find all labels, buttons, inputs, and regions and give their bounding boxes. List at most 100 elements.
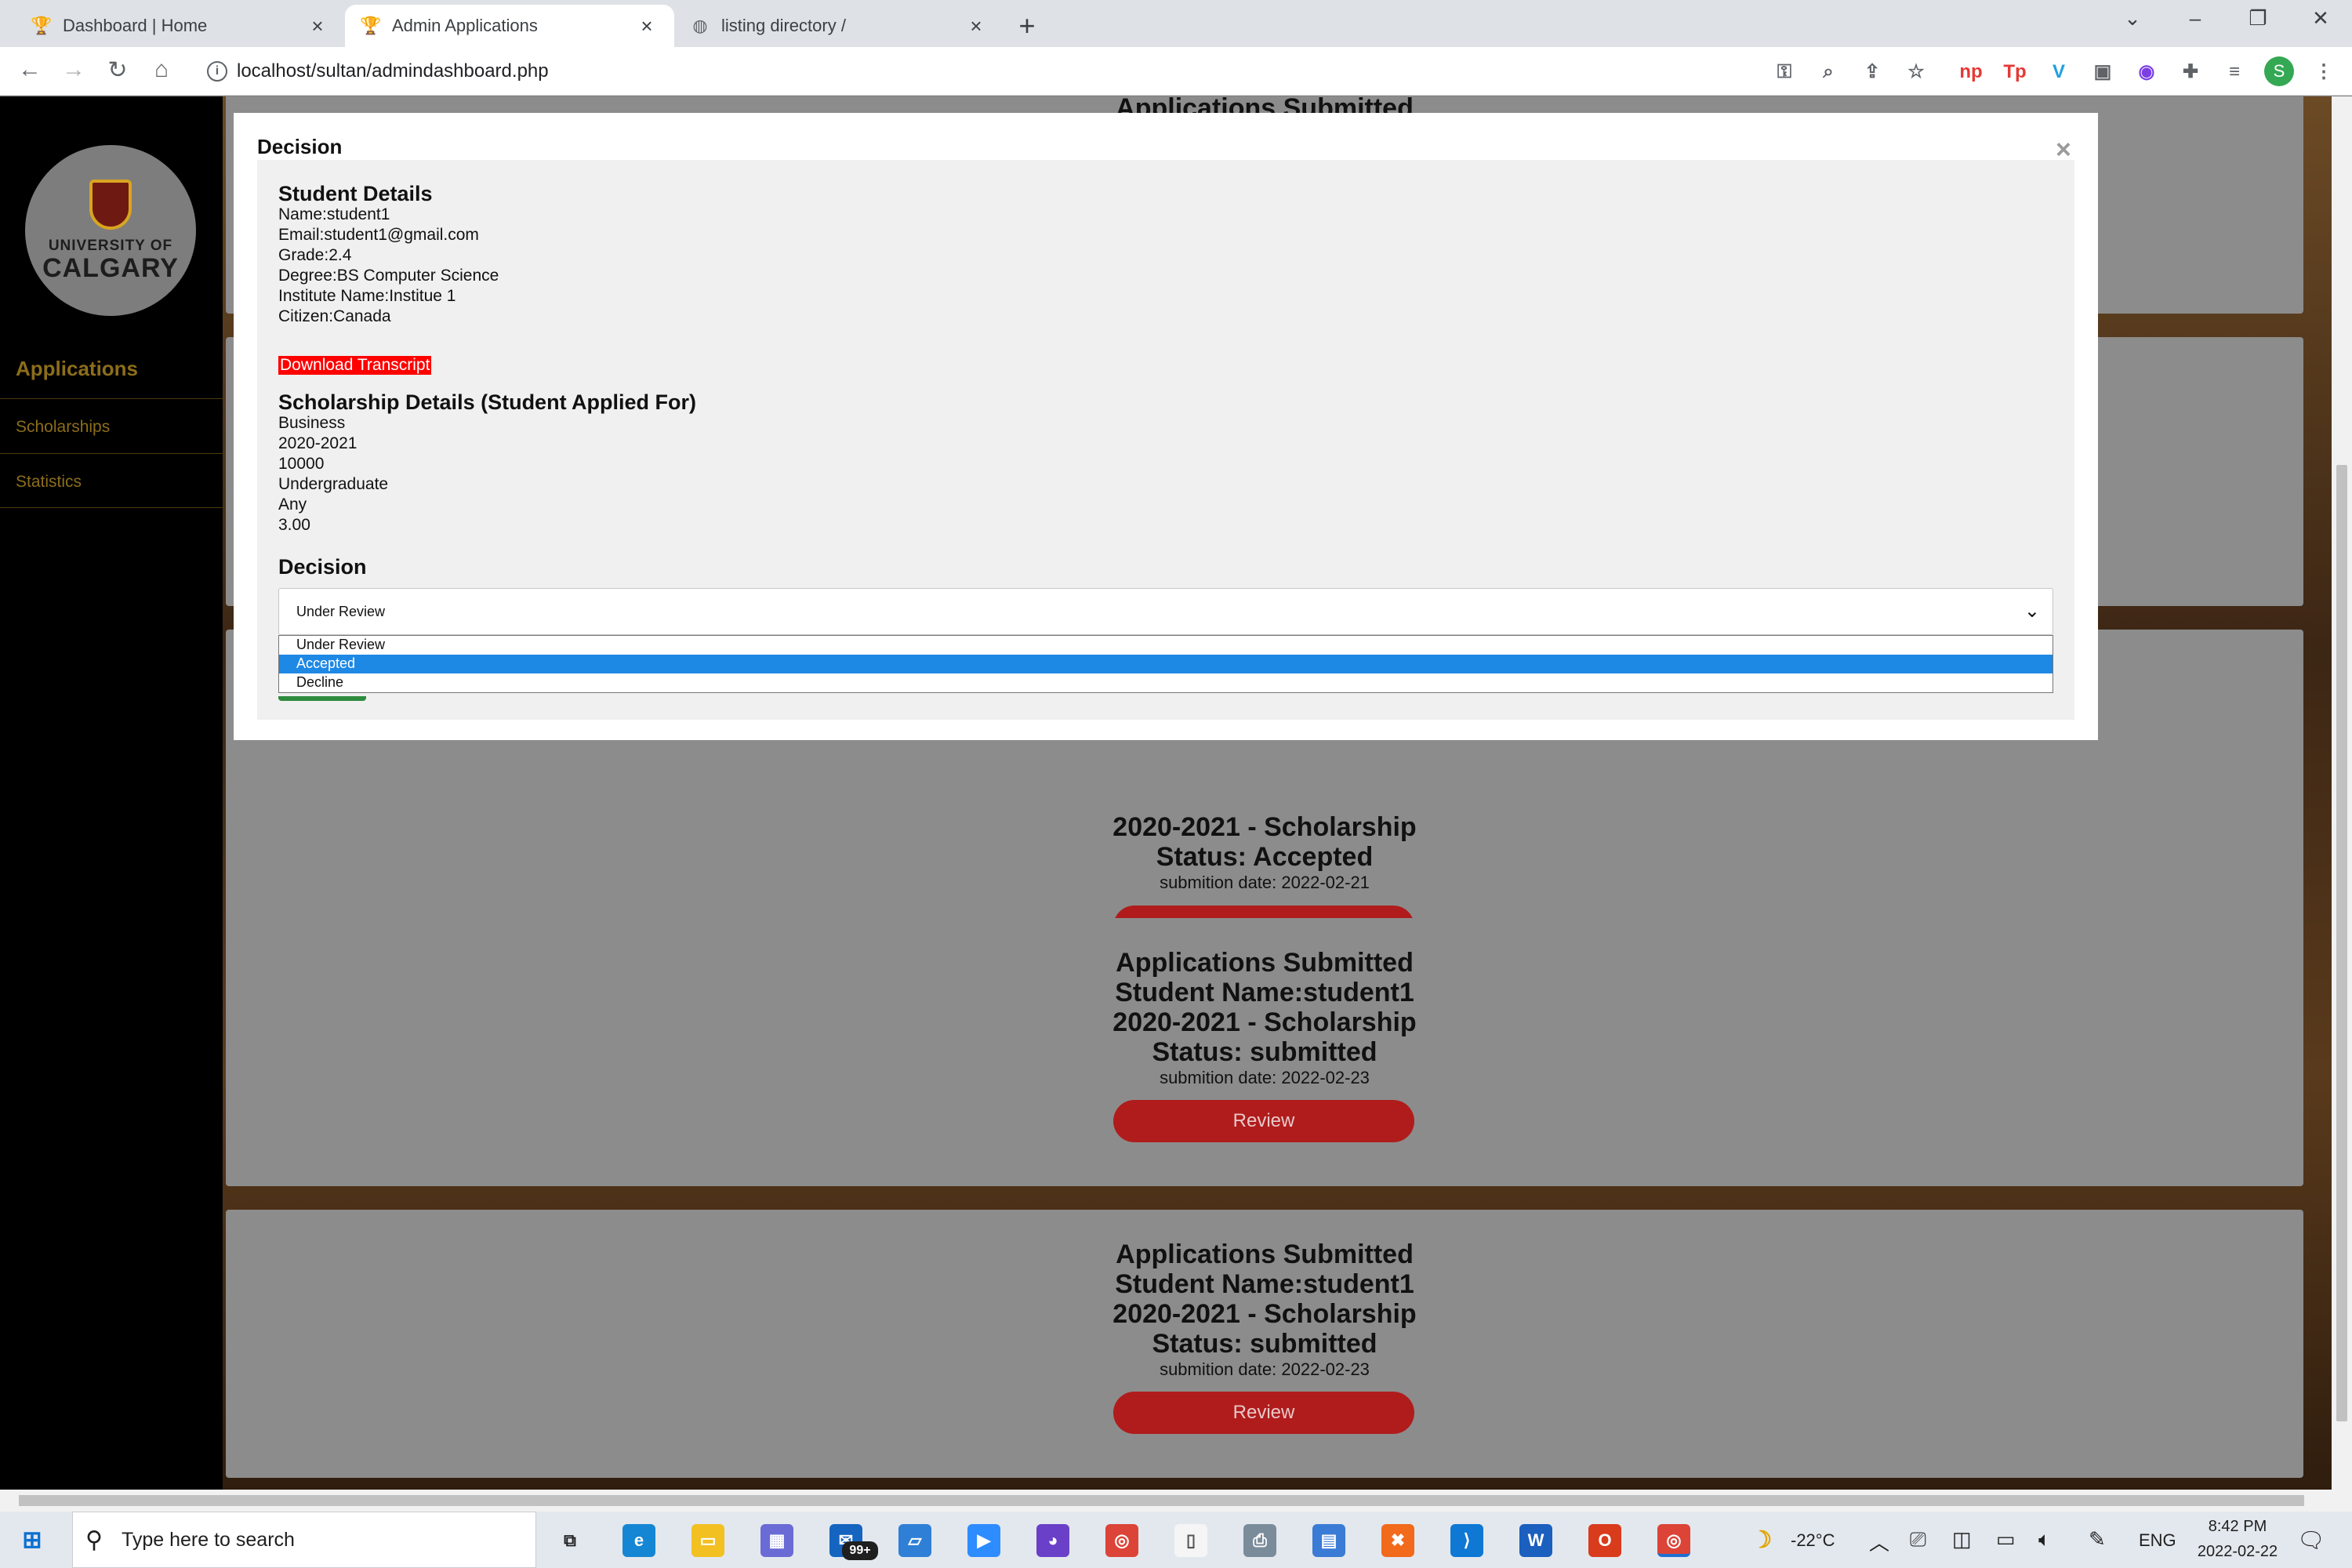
tab-title: listing directory / <box>721 16 846 35</box>
search-icon: ⚲ <box>85 1526 103 1553</box>
review-button[interactable]: Review <box>1113 1100 1414 1142</box>
decision-dropdown-list: Under Review Accepted Decline <box>278 635 2053 693</box>
scholarship-field: Business <box>278 414 346 432</box>
card-date: submition date: 2022-02-23 <box>1160 1359 1370 1379</box>
weather-temp[interactable]: -22°C <box>1791 1530 1835 1551</box>
sidebar-item-statistics[interactable]: Statistics <box>0 453 223 508</box>
tp-extension-icon[interactable]: Tp <box>2001 58 2029 86</box>
meet-icon[interactable]: ◫ <box>1952 1527 1972 1552</box>
edge-browser-icon[interactable]: e <box>622 1524 655 1557</box>
close-icon[interactable]: × <box>964 14 988 38</box>
option-under-review[interactable]: Under Review <box>279 636 2053 655</box>
modal-body: Student Details Name:student1 Email:stud… <box>257 160 2074 720</box>
reload-icon[interactable]: ↻ <box>102 56 133 84</box>
remote-desktop-icon[interactable]: ▱ <box>898 1524 931 1557</box>
chrome-icon[interactable]: ◎ <box>1105 1524 1138 1557</box>
tab-search-chevron-icon[interactable]: ⌄ <box>2109 6 2156 31</box>
tab-admin-applications[interactable]: 🏆 Admin Applications × <box>345 5 674 47</box>
horizontal-scrollbar[interactable] <box>0 1490 2352 1512</box>
store-icon[interactable]: ▦ <box>760 1524 793 1557</box>
close-icon[interactable]: × <box>635 14 659 38</box>
window-close-icon[interactable]: ✕ <box>2297 6 2344 31</box>
chrome-profile-icon[interactable]: ◎ <box>1657 1524 1690 1557</box>
sidebar-item-scholarships[interactable]: Scholarships <box>0 398 223 453</box>
extensions-puzzle-icon[interactable]: ✚ <box>2176 58 2205 86</box>
minimize-icon[interactable]: – <box>2172 6 2219 31</box>
share-icon[interactable]: ⇪ <box>1858 58 1886 86</box>
zoom-icon[interactable]: ⌕ <box>1814 58 1842 86</box>
card-heading: Applications Submitted <box>1116 948 1414 978</box>
vertical-scrollbar[interactable] <box>2332 96 2352 1490</box>
language-indicator[interactable]: ENG <box>2139 1530 2176 1551</box>
key-icon[interactable]: ⚿ <box>1770 58 1798 86</box>
student-details-title: Student Details <box>278 182 433 205</box>
battery-icon[interactable]: ▭ <box>1996 1527 2016 1552</box>
vscode-icon[interactable]: ⟩ <box>1450 1524 1483 1557</box>
application-card: Applications Submitted Student Name:stud… <box>226 1210 2303 1478</box>
word-icon[interactable]: W <box>1519 1524 1552 1557</box>
home-icon[interactable]: ⌂ <box>146 56 177 83</box>
volume-icon[interactable]: 🔈︎ <box>2038 1527 2051 1552</box>
back-icon[interactable]: ← <box>14 56 45 83</box>
menu-kebab-icon[interactable]: ⋮ <box>2310 58 2338 86</box>
scholarship-year: 2020-2021 <box>278 434 358 452</box>
new-tab-button[interactable]: + <box>1011 9 1043 42</box>
browser-tab-bar: 🏆 Dashboard | Home × 🏆 Admin Application… <box>0 0 2352 47</box>
reading-list-icon[interactable]: ≡ <box>2220 58 2249 86</box>
printer-icon[interactable]: ⎙ <box>1243 1524 1276 1557</box>
discord-icon[interactable]: ◕ <box>1036 1524 1069 1557</box>
pen-icon[interactable]: ✎ <box>2089 1527 2106 1552</box>
file-explorer-icon[interactable]: ▭ <box>691 1524 724 1557</box>
clock-time[interactable]: 8:42 PM <box>2200 1518 2275 1536</box>
student-name: Name:student1 <box>278 205 390 223</box>
task-view-icon[interactable]: ⧉ <box>554 1524 586 1557</box>
np-extension-icon[interactable]: np <box>1957 58 1985 86</box>
decision-select[interactable]: Under Review ⌄ <box>278 588 2053 635</box>
scholarship-eligibility: Any <box>278 495 307 514</box>
color-extension-icon[interactable]: ◉ <box>2132 58 2161 86</box>
download-transcript-link[interactable]: Download Transcript <box>278 356 432 375</box>
logo-line1: UNIVERSITY OF <box>48 238 173 254</box>
document-viewer-icon[interactable]: ▤ <box>1312 1524 1345 1557</box>
windows-taskbar: ⊞ ⚲ Type here to search ⧉ e ▭ ▦ ✉ 99+ ▱ … <box>0 1512 2352 1568</box>
info-icon[interactable]: i <box>207 61 227 82</box>
notification-icon[interactable]: 🗨︎ <box>2297 1527 2325 1553</box>
xampp-icon[interactable]: ✖ <box>1381 1524 1414 1557</box>
office-icon[interactable]: O <box>1588 1524 1621 1557</box>
application-card: Applications Submitted Student Name:stud… <box>226 918 2303 1186</box>
tab-title: Admin Applications <box>392 16 538 35</box>
card-date: submition date: 2022-02-23 <box>1160 1068 1370 1087</box>
tray-chevron-up-icon[interactable]: ︿ <box>1869 1527 1889 1556</box>
student-email: Email:student1@gmail.com <box>278 226 479 244</box>
card-student-name: Student Name:student1 <box>1115 1269 1414 1299</box>
clock-date[interactable]: 2022-02-22 <box>2184 1543 2291 1561</box>
restore-icon[interactable]: ❐ <box>2234 6 2281 31</box>
close-icon[interactable]: × <box>306 14 329 38</box>
scroll-thumb[interactable] <box>2336 465 2347 1421</box>
sidebar-title[interactable]: Applications <box>16 357 138 381</box>
forward-icon[interactable]: → <box>58 56 89 83</box>
notepad-icon[interactable]: ▯ <box>1174 1524 1207 1557</box>
tab-listing-directory[interactable]: ◍ listing directory / × <box>674 5 1004 47</box>
bookmark-star-icon[interactable]: ☆ <box>1902 58 1930 86</box>
media-extension-icon[interactable]: ▣ <box>2089 58 2117 86</box>
profile-avatar[interactable]: S <box>2264 56 2294 86</box>
card-date: submition date: 2022-02-21 <box>1160 873 1370 892</box>
vimeo-extension-icon[interactable]: V <box>2045 58 2073 86</box>
submit-button[interactable] <box>278 696 366 701</box>
zoom-app-icon[interactable]: ▶ <box>967 1524 1000 1557</box>
decision-modal: Decision × Student Details Name:student1… <box>234 113 2098 740</box>
review-button[interactable]: Review <box>1113 1392 1414 1434</box>
taskbar-search-box[interactable]: ⚲ Type here to search <box>72 1512 536 1568</box>
windows-start-icon[interactable]: ⊞ <box>16 1524 49 1557</box>
tab-dashboard-home[interactable]: 🏆 Dashboard | Home × <box>16 5 345 47</box>
option-decline[interactable]: Decline <box>279 673 2053 692</box>
scroll-thumb[interactable] <box>19 1495 2304 1506</box>
card-heading: Applications Submitted <box>1116 1240 1414 1269</box>
modal-title: Decision <box>257 135 343 158</box>
chevron-down-icon: ⌄ <box>2024 601 2040 622</box>
url-field[interactable]: i localhost/sultan/admindashboard.php <box>194 53 1762 89</box>
display-icon[interactable]: ⎚ <box>1910 1527 1926 1552</box>
address-bar: ← → ↻ ⌂ i localhost/sultan/admindashboar… <box>0 47 2352 96</box>
option-accepted[interactable]: Accepted <box>279 655 2053 673</box>
